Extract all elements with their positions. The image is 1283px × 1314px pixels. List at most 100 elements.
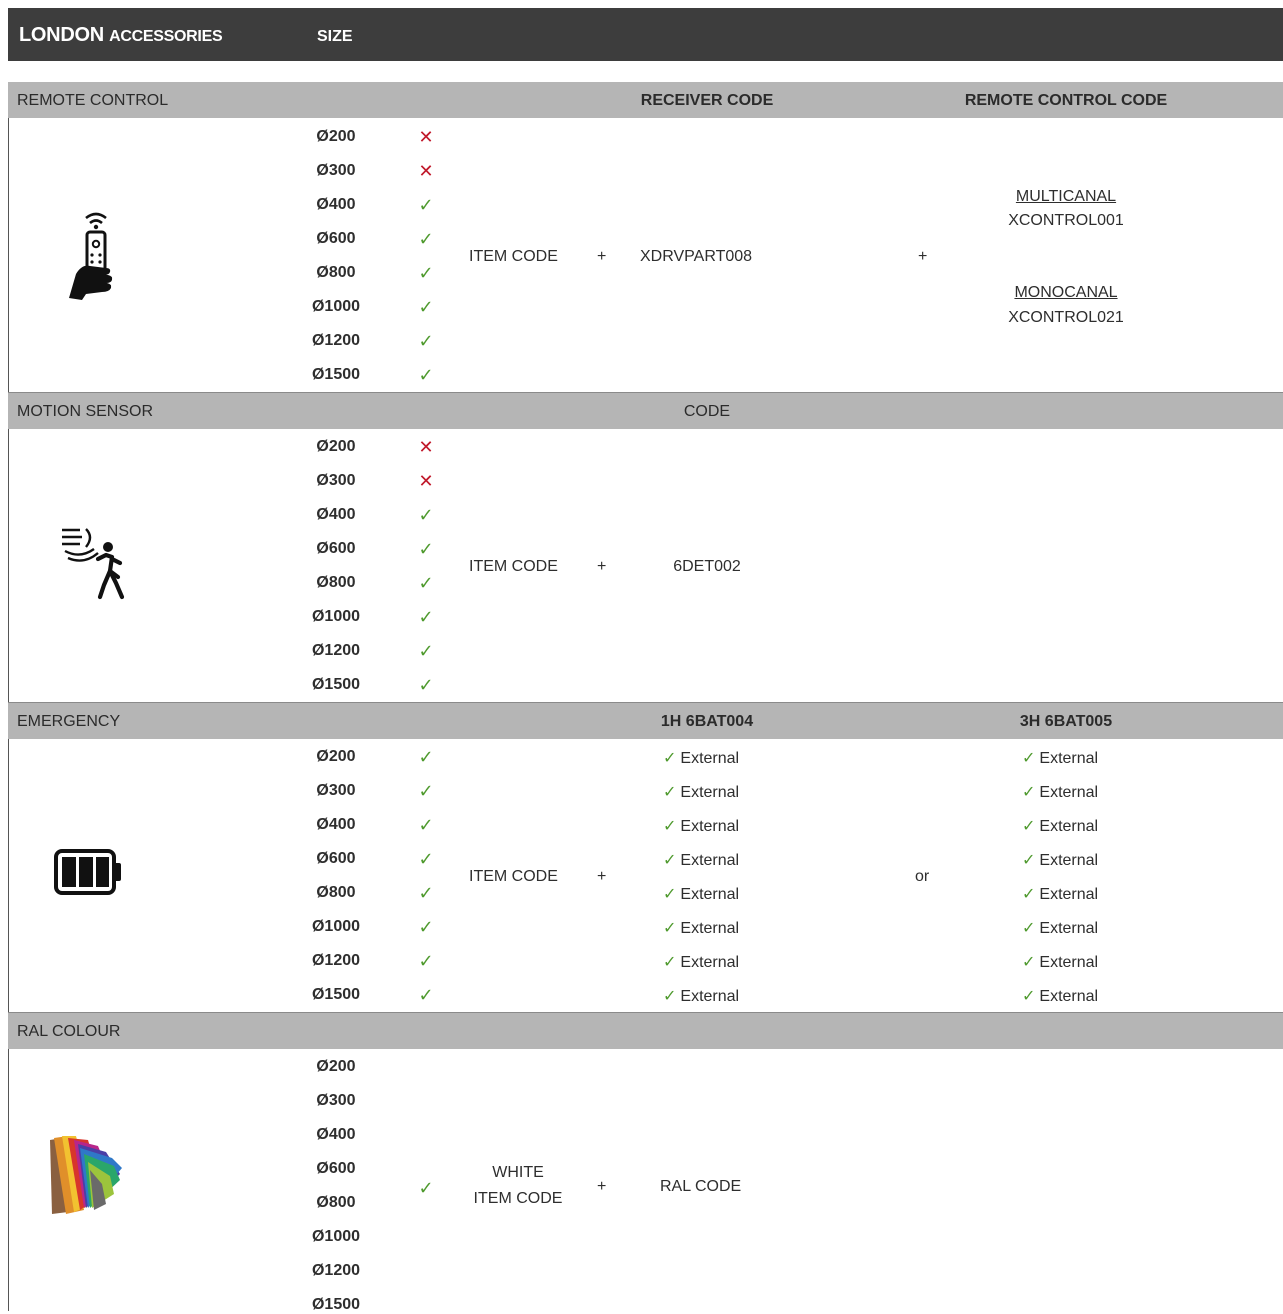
option-3h-external: ✓ External <box>1022 918 1098 938</box>
available-check-icon: ✓ <box>418 849 434 869</box>
available-check-icon: ✓ <box>418 883 434 903</box>
size-label: Ø1500 <box>311 366 361 383</box>
unavailable-cross-icon: ✕ <box>418 437 434 457</box>
motion-sensor-icon <box>60 527 132 608</box>
size-label: Ø400 <box>316 816 356 833</box>
option-3h-external: ✓ External <box>1022 884 1098 904</box>
check-icon: ✓ <box>663 954 677 971</box>
option-3h-external: ✓ External <box>1022 952 1098 972</box>
check-icon: ✓ <box>1022 852 1036 869</box>
option-3h-external: ✓ External <box>1022 986 1098 1006</box>
external-label: External <box>1039 750 1099 767</box>
ral-item-line2: ITEM CODE <box>473 1190 563 1207</box>
page-title: LONDON ACCESSORIES <box>19 24 223 47</box>
check-icon: ✓ <box>1022 886 1036 903</box>
external-label: External <box>680 852 740 869</box>
title-sub: ACCESSORIES <box>109 28 223 45</box>
size-label: Ø1000 <box>311 608 361 625</box>
header-bar: LONDON ACCESSORIES SIZE <box>8 8 1283 61</box>
available-check-icon: ✓ <box>418 747 434 767</box>
check-icon: ✓ <box>1022 920 1036 937</box>
check-icon: ✓ <box>1022 954 1036 971</box>
available-check-icon: ✓ <box>418 195 434 215</box>
available-check-icon: ✓ <box>418 297 434 317</box>
option-3h-external: ✓ External <box>1022 748 1098 768</box>
size-label: Ø1000 <box>311 298 361 315</box>
header-1h: 1H 6BAT004 <box>660 713 754 730</box>
external-label: External <box>1039 818 1099 835</box>
motion-plus: + <box>597 558 607 575</box>
size-label: Ø1500 <box>311 1296 361 1313</box>
remote-control-hand-icon <box>66 208 126 305</box>
size-label: Ø800 <box>316 264 356 281</box>
section-header-motion: MOTION SENSOR CODE <box>8 393 1283 429</box>
option-1h-external: ✓ External <box>663 850 739 870</box>
size-label: Ø300 <box>316 162 356 179</box>
ral-code: RAL CODE <box>660 1178 742 1195</box>
size-label: Ø800 <box>316 1194 356 1211</box>
size-label: Ø1200 <box>311 642 361 659</box>
check-icon: ✓ <box>663 818 677 835</box>
section-label-motion: MOTION SENSOR <box>17 403 154 420</box>
size-label: Ø1200 <box>311 1262 361 1279</box>
size-label: Ø1000 <box>311 918 361 935</box>
available-check-icon: ✓ <box>418 951 434 971</box>
size-label: Ø300 <box>316 782 356 799</box>
check-icon: ✓ <box>663 784 677 801</box>
size-label: Ø600 <box>316 850 356 867</box>
size-label: Ø400 <box>316 506 356 523</box>
size-label: Ø1200 <box>311 952 361 969</box>
check-icon: ✓ <box>1022 988 1036 1005</box>
header-3h: 3H 6BAT005 <box>1019 713 1113 730</box>
available-check-icon: ✓ <box>418 505 434 525</box>
option-1h-external: ✓ External <box>663 986 739 1006</box>
remote-plus-2: + <box>918 248 928 265</box>
external-label: External <box>1039 954 1099 971</box>
external-label: External <box>680 750 740 767</box>
available-check-icon: ✓ <box>418 573 434 593</box>
external-label: External <box>680 920 740 937</box>
check-icon: ✓ <box>663 920 677 937</box>
size-label: Ø600 <box>316 230 356 247</box>
emergency-plus: + <box>597 868 607 885</box>
available-check-icon: ✓ <box>418 675 434 695</box>
external-label: External <box>1039 886 1099 903</box>
section-label-ral: RAL COLOUR <box>17 1023 121 1040</box>
size-label: Ø1000 <box>311 1228 361 1245</box>
unavailable-cross-icon: ✕ <box>418 161 434 181</box>
header-remote-control-code: REMOTE CONTROL CODE <box>964 92 1168 109</box>
available-check-icon: ✓ <box>418 917 434 937</box>
external-label: External <box>1039 920 1099 937</box>
check-icon: ✓ <box>1022 784 1036 801</box>
check-icon: ✓ <box>663 852 677 869</box>
multicanal-label: MULTICANAL <box>1015 188 1117 205</box>
monocanal-code: XCONTROL021 <box>1008 309 1124 326</box>
external-label: External <box>680 886 740 903</box>
check-icon: ✓ <box>663 988 677 1005</box>
table-left-border <box>8 82 9 1311</box>
color-fan-icon <box>44 1130 126 1223</box>
available-check-icon: ✓ <box>418 539 434 559</box>
option-1h-external: ✓ External <box>663 782 739 802</box>
ral-item-line1: WHITE <box>492 1164 544 1181</box>
size-label: Ø300 <box>316 1092 356 1109</box>
section-label-emergency: EMERGENCY <box>17 713 121 730</box>
size-label: Ø1500 <box>311 986 361 1003</box>
external-label: External <box>680 818 740 835</box>
header-receiver-code: RECEIVER CODE <box>640 92 774 109</box>
external-label: External <box>680 954 740 971</box>
size-label: Ø800 <box>316 884 356 901</box>
remote-plus-1: + <box>597 248 607 265</box>
available-check-icon: ✓ <box>418 365 434 385</box>
unavailable-cross-icon: ✕ <box>418 127 434 147</box>
option-1h-external: ✓ External <box>663 816 739 836</box>
check-icon: ✓ <box>663 886 677 903</box>
available-check-icon: ✓ <box>418 985 434 1005</box>
external-label: External <box>1039 988 1099 1005</box>
size-label: Ø400 <box>316 1126 356 1143</box>
size-label: Ø200 <box>316 748 356 765</box>
multicanal-code: XCONTROL001 <box>1008 212 1124 229</box>
size-label: Ø600 <box>316 540 356 557</box>
section-label-remote: REMOTE CONTROL <box>17 92 169 109</box>
option-3h-external: ✓ External <box>1022 782 1098 802</box>
